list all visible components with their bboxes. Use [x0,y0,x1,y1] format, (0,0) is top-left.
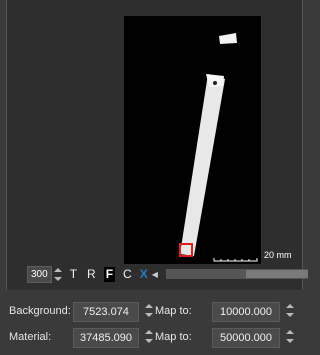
image-viewer-panel: 20 mm 300 T R F C X ◀ [6,0,308,290]
toggle-x-button[interactable]: X [140,267,148,281]
toggle-t-button[interactable]: T [68,267,79,282]
material-map-field[interactable]: 50000.000 [212,328,280,348]
ct-slice-image [179,33,258,262]
material-map-label: Map to: [155,331,192,343]
ct-image-viewport[interactable] [124,16,261,264]
scrollbar-thumb[interactable] [245,270,308,278]
material-map-spinner-icon[interactable] [286,329,294,344]
bone-shaft [180,74,225,256]
viewer-toolbar: 300 T R F C X ◀ [27,265,308,283]
background-map-label: Map to: [155,305,192,317]
zoom-value-field[interactable]: 300 [27,265,52,283]
scale-bar-label: 20 mm [264,250,292,260]
toggle-f-button[interactable]: F [103,266,116,282]
background-map-field[interactable]: 10000.000 [212,302,280,322]
zoom-spinner-icon[interactable] [53,267,62,282]
scroll-left-arrow-icon[interactable]: ◀ [152,270,158,279]
material-spinner-icon[interactable] [145,329,153,344]
material-label: Material: [9,331,52,343]
background-label: Background: [9,305,71,317]
toggle-c-button[interactable]: C [121,267,134,282]
background-map-spinner-icon[interactable] [286,303,294,318]
background-value-field[interactable]: 7523.074 [73,302,139,322]
toggle-r-button[interactable]: R [85,267,98,282]
bone-hole [213,81,217,85]
background-spinner-icon[interactable] [145,303,153,318]
bone-fragment [219,33,237,44]
horizontal-scrollbar[interactable] [165,269,308,279]
background-row: Background: 7523.074 Map to: 10000.000 [0,300,301,322]
material-row: Material: 37485.090 Map to: 50000.000 [0,326,301,348]
bone-head [206,74,224,87]
material-value-field[interactable]: 37485.090 [73,328,139,348]
